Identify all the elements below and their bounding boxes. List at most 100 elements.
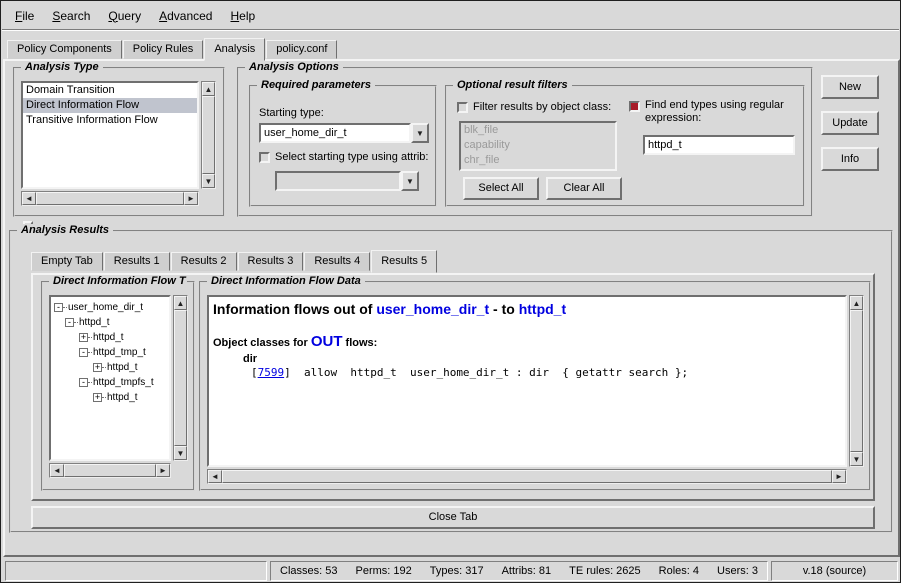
list-item[interactable]: Transitive Information Flow (23, 113, 197, 128)
regex-checkbox[interactable] (629, 101, 640, 112)
tree-node-label[interactable]: httpd_tmpfs_t (93, 377, 154, 388)
list-item: chr_file (461, 153, 615, 168)
classes-prefix: Object classes for (213, 337, 311, 349)
status-classes: Classes: 53 (280, 565, 337, 577)
menu-file[interactable]: File (6, 5, 43, 27)
rule-text: allow httpd_t user_home_dir_t : dir { ge… (291, 366, 688, 379)
scroll-left-icon[interactable]: ◄ (22, 192, 36, 205)
tree-expander-icon[interactable]: + (93, 393, 102, 402)
combo-arrow-icon[interactable]: ▼ (411, 123, 429, 143)
analysis-type-list: Domain Transition Direct Information Flo… (21, 81, 199, 189)
tree-node-label[interactable]: httpd_t (93, 332, 124, 343)
scroll-right-icon[interactable]: ► (156, 464, 170, 477)
tree-connector (88, 352, 92, 353)
scroll-down-icon[interactable]: ▼ (202, 174, 215, 188)
tree-node[interactable]: -httpd_tmp_t (51, 345, 169, 360)
list-item[interactable]: Domain Transition (23, 83, 197, 98)
tree-node[interactable]: + httpd_t (51, 390, 169, 405)
tree-expander-icon[interactable]: + (93, 363, 102, 372)
close-tab-button[interactable]: Close Tab (31, 506, 875, 529)
scroll-left-icon[interactable]: ◄ (208, 470, 222, 483)
rule-bracket: [ (251, 366, 258, 379)
app-window: File Search Query Advanced Help Policy C… (0, 0, 901, 583)
tree-node[interactable]: + httpd_t (51, 360, 169, 375)
status-version-panel: v.18 (source) (771, 561, 898, 581)
tree-node-label[interactable]: httpd_tmp_t (93, 347, 146, 358)
new-button[interactable]: New (821, 75, 879, 99)
scroll-right-icon[interactable]: ► (832, 470, 846, 483)
list-item: blk_file (461, 123, 615, 138)
menu-advanced[interactable]: Advanced (150, 5, 221, 27)
tree-node-label[interactable]: httpd_t (107, 392, 138, 403)
flow-tree: -user_home_dir_t -httpd_t +httpd_t -http… (49, 295, 171, 461)
required-parameters-frame: Required parameters Starting type: user_… (249, 85, 437, 207)
heading-middle: - to (489, 301, 519, 317)
main-tab-bar: Policy Components Policy Rules Analysis … (7, 38, 338, 61)
status-types: Types: 317 (430, 565, 484, 577)
tree-node-label[interactable]: user_home_dir_t (68, 302, 143, 313)
tree-node[interactable]: + httpd_t (51, 330, 169, 345)
tab-policy-conf[interactable]: policy.conf (266, 40, 337, 59)
object-classes-line: Object classes for OUT flows: (209, 317, 845, 350)
analysis-type-vscroll[interactable]: ▲ ▼ (201, 81, 216, 189)
starting-type-value[interactable]: user_home_dir_t (259, 123, 411, 143)
data-hscroll[interactable]: ◄ ► (207, 469, 847, 484)
tab-results-4[interactable]: Results 4 (304, 252, 370, 271)
tree-expander-icon[interactable]: - (54, 303, 63, 312)
tab-results-3[interactable]: Results 3 (238, 252, 304, 271)
tree-expander-icon[interactable]: - (65, 318, 74, 327)
tree-node[interactable]: -httpd_tmpfs_t (51, 375, 169, 390)
tab-results-5[interactable]: Results 5 (371, 250, 437, 273)
starting-type-combobox[interactable]: user_home_dir_t ▼ (259, 123, 429, 143)
select-all-button[interactable]: Select All (463, 177, 539, 200)
vscroll-thumb[interactable] (174, 310, 187, 446)
tree-hscroll[interactable]: ◄ ► (49, 463, 171, 478)
scroll-up-icon[interactable]: ▲ (202, 82, 215, 96)
analysis-results-frame: Analysis Results Empty Tab Results 1 Res… (9, 230, 893, 533)
update-button[interactable]: Update (821, 111, 879, 135)
tab-analysis[interactable]: Analysis (204, 38, 265, 61)
heading-target-type: httpd_t (519, 301, 566, 317)
flow-tree-frame: Direct Information Flow T -user_home_dir… (41, 281, 195, 491)
analysis-type-hscroll[interactable]: ◄ ► (21, 191, 199, 206)
rule-link[interactable]: 7599 (258, 366, 285, 379)
tree-expander-icon[interactable]: + (79, 333, 88, 342)
tree-vscroll[interactable]: ▲ ▼ (173, 295, 188, 461)
tree-node[interactable]: -user_home_dir_t (51, 300, 169, 315)
vscroll-thumb[interactable] (202, 96, 215, 174)
scroll-left-icon[interactable]: ◄ (50, 464, 64, 477)
scroll-right-icon[interactable]: ► (184, 192, 198, 205)
tree-node-label[interactable]: httpd_t (107, 362, 138, 373)
hscroll-thumb[interactable] (222, 470, 832, 483)
menu-search[interactable]: Search (43, 5, 99, 27)
hscroll-thumb[interactable] (36, 192, 184, 205)
data-vscroll[interactable]: ▲ ▼ (849, 295, 864, 467)
menu-bar: File Search Query Advanced Help (2, 2, 899, 29)
scroll-down-icon[interactable]: ▼ (850, 452, 863, 466)
tree-node[interactable]: -httpd_t (51, 315, 169, 330)
menu-help[interactable]: Help (221, 5, 264, 27)
regex-input[interactable] (643, 135, 795, 155)
info-button[interactable]: Info (821, 147, 879, 171)
tab-empty[interactable]: Empty Tab (31, 252, 103, 271)
tree-node-label[interactable]: httpd_t (79, 317, 110, 328)
status-left-panel (5, 561, 267, 581)
scroll-down-icon[interactable]: ▼ (174, 446, 187, 460)
tab-policy-components[interactable]: Policy Components (7, 40, 122, 59)
list-item-selected[interactable]: Direct Information Flow (23, 98, 197, 113)
tab-results-2[interactable]: Results 2 (171, 252, 237, 271)
te-rule-line: [7599] allow httpd_t user_home_dir_t : d… (209, 365, 845, 379)
scroll-up-icon[interactable]: ▲ (174, 296, 187, 310)
menu-query[interactable]: Query (99, 5, 150, 27)
filter-checkbox-row: Filter results by object class: (457, 101, 611, 113)
scroll-up-icon[interactable]: ▲ (850, 296, 863, 310)
hscroll-thumb[interactable] (64, 464, 156, 477)
tab-policy-rules[interactable]: Policy Rules (123, 40, 204, 59)
tree-expander-icon[interactable]: - (79, 348, 88, 357)
vscroll-thumb[interactable] (850, 310, 863, 452)
tab-results-1[interactable]: Results 1 (104, 252, 170, 271)
tree-expander-icon[interactable]: - (79, 378, 88, 387)
clear-all-button[interactable]: Clear All (546, 177, 622, 200)
filter-by-class-checkbox[interactable] (457, 102, 468, 113)
attrib-checkbox[interactable] (259, 152, 270, 163)
